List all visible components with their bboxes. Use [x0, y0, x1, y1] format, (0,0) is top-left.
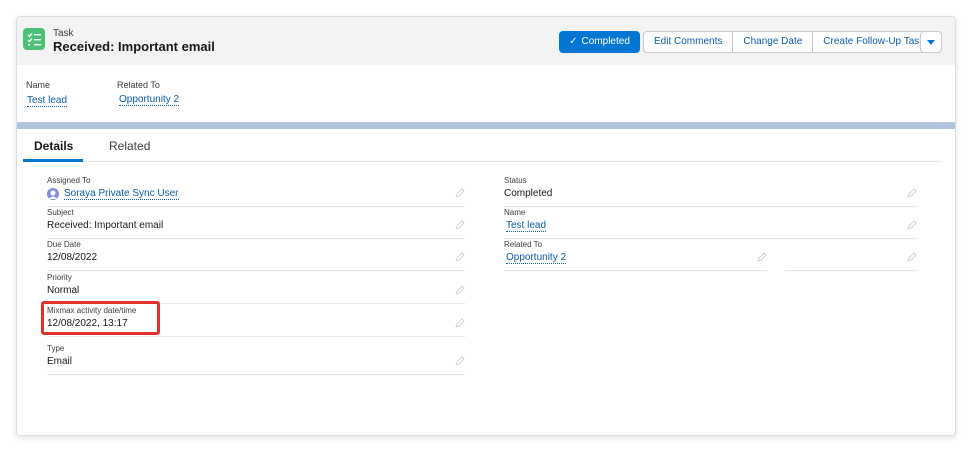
type-value: Email [47, 356, 73, 367]
field-type: Type Email [47, 344, 465, 375]
pencil-icon[interactable] [757, 252, 767, 262]
field-related-to: Related To Opportunity 2 [504, 240, 767, 271]
field-label: Related To [504, 240, 543, 249]
tab-related[interactable]: Related [109, 139, 150, 153]
field-label: Assigned To [47, 176, 91, 185]
due-date-value: 12/08/2022 [47, 252, 98, 263]
pencil-icon[interactable] [455, 252, 465, 262]
field-mixmax-activity-datetime: Mixmax activity date/time 12/08/2022, 13… [47, 306, 465, 337]
field-label: Due Date [47, 240, 81, 249]
task-record-card: Task Received: Important email ✓ Complete… [16, 16, 956, 436]
pencil-icon[interactable] [455, 356, 465, 366]
field-priority: Priority Normal [47, 273, 465, 304]
field-related-to-secondary [785, 240, 917, 271]
pencil-icon[interactable] [455, 285, 465, 295]
highlights-panel: Name Test lead Related To Opportunity 2 [17, 65, 955, 122]
tab-details[interactable]: Details [34, 139, 73, 153]
field-assigned-to: Assigned To Soraya Private Sync User [47, 176, 465, 207]
completed-button-label: Completed [581, 36, 630, 47]
field-label: Type [47, 344, 65, 353]
field-due-date: Due Date 12/08/2022 [47, 240, 465, 271]
pencil-icon[interactable] [907, 188, 917, 198]
user-avatar-icon [47, 188, 59, 200]
field-status: Status Completed [504, 176, 917, 207]
object-type-label: Task [53, 28, 74, 39]
mixmax-activity-datetime-value: 12/08/2022, 13:17 [47, 318, 128, 329]
action-button-group: Edit Comments Change Date Create Follow-… [643, 31, 936, 53]
edit-comments-button[interactable]: Edit Comments [643, 31, 734, 53]
task-checklist-icon [23, 28, 45, 50]
pencil-icon[interactable] [907, 252, 917, 262]
field-subject: Subject Received: Important email [47, 208, 465, 239]
priority-value: Normal [47, 285, 80, 296]
record-tabs: Details Related [23, 133, 941, 162]
highlight-name-link[interactable]: Test lead [27, 95, 68, 107]
more-actions-button[interactable] [920, 31, 942, 53]
subject-value: Received: Important email [47, 220, 164, 231]
name-value[interactable]: Test lead [506, 220, 547, 232]
pencil-icon[interactable] [455, 318, 465, 328]
create-follow-up-task-button[interactable]: Create Follow-Up Task [813, 31, 936, 53]
pencil-icon[interactable] [907, 220, 917, 230]
pencil-icon[interactable] [455, 188, 465, 198]
record-header: Task Received: Important email ✓ Complete… [17, 17, 955, 66]
related-to-link-wrapper[interactable]: Opportunity 2 [506, 252, 567, 264]
field-name: Name Test lead [504, 208, 917, 239]
related-to-value[interactable]: Opportunity 2 [506, 252, 567, 264]
highlight-name-label: Name [26, 80, 51, 90]
change-date-button[interactable]: Change Date [733, 31, 814, 53]
field-label: Name [504, 208, 526, 217]
assigned-to-value[interactable]: Soraya Private Sync User [64, 188, 179, 200]
status-value: Completed [504, 188, 553, 199]
active-tab-indicator [23, 159, 83, 162]
field-label: Subject [47, 208, 74, 217]
chevron-down-icon [927, 40, 935, 45]
highlight-related-link[interactable]: Opportunity 2 [119, 94, 180, 106]
pencil-icon[interactable] [455, 220, 465, 230]
section-divider [17, 122, 955, 129]
field-label: Mixmax activity date/time [47, 306, 137, 315]
name-link-wrapper[interactable]: Test lead [506, 220, 547, 232]
field-label: Status [504, 176, 527, 185]
page-title: Received: Important email [53, 39, 215, 54]
completed-button[interactable]: ✓ Completed [559, 31, 640, 53]
field-label: Priority [47, 273, 72, 282]
check-icon: ✓ [569, 36, 578, 47]
assigned-to-link[interactable]: Soraya Private Sync User [64, 188, 179, 200]
highlight-related-label: Related To [117, 80, 160, 90]
